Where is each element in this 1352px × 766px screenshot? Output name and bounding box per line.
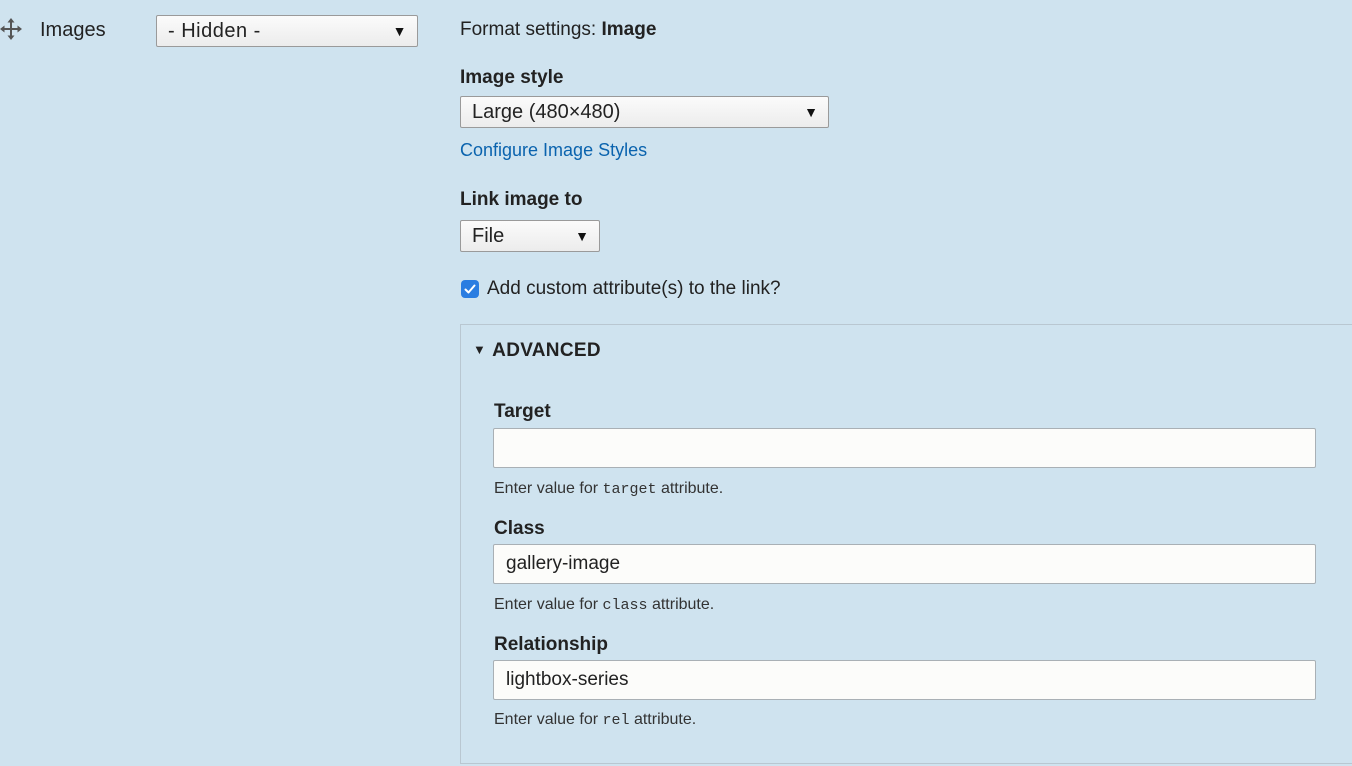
triangle-down-icon: ▼ [473,342,487,357]
chevron-down-icon: ▼ [804,104,818,120]
target-desc-code: target [602,481,657,498]
class-desc-before: Enter value for [494,596,603,613]
link-image-select[interactable]: File ▼ [460,220,600,252]
image-style-select-value: Large (480×480) [472,100,621,123]
image-style-select[interactable]: Large (480×480) ▼ [460,96,829,128]
image-style-label: Image style [460,67,564,88]
advanced-summary-toggle[interactable]: ▼ ADVANCED [473,340,601,362]
class-desc-after: attribute. [647,596,715,613]
target-label: Target [494,401,551,422]
target-description: Enter value for target attribute. [494,480,723,498]
relationship-desc-code: rel [602,712,630,729]
class-desc-code: class [602,597,648,614]
link-image-select-value: File [472,224,505,247]
class-label: Class [494,518,545,539]
relationship-desc-before: Enter value for [494,711,603,728]
relationship-input[interactable]: lightbox-series [493,660,1316,700]
link-image-label: Link image to [460,189,583,210]
format-settings-heading: Format settings: Image [460,19,656,41]
relationship-label: Relationship [494,634,609,655]
class-input[interactable]: gallery-image [493,544,1316,584]
class-description: Enter value for class attribute. [494,596,714,614]
configure-image-styles-link[interactable]: Configure Image Styles [460,140,647,161]
custom-attributes-label[interactable]: Add custom attribute(s) to the link? [487,278,781,300]
format-settings-formatter: Image [601,19,657,40]
chevron-down-icon: ▼ [575,228,589,244]
visibility-select[interactable]: - Hidden - ▼ [156,15,418,47]
relationship-desc-after: attribute. [629,711,697,728]
visibility-select-value: - Hidden - [168,19,261,42]
field-label-images: Images [40,19,106,41]
checkmark-icon [464,284,476,294]
target-input[interactable] [493,428,1316,468]
drag-handle-icon[interactable] [0,18,22,40]
format-settings-prefix: Format settings: [460,19,602,40]
custom-attributes-checkbox[interactable] [461,280,479,298]
advanced-summary-label: ADVANCED [492,340,601,361]
target-desc-before: Enter value for [494,480,603,497]
target-desc-after: attribute. [656,480,724,497]
relationship-description: Enter value for rel attribute. [494,711,696,729]
chevron-down-icon: ▼ [392,23,407,39]
